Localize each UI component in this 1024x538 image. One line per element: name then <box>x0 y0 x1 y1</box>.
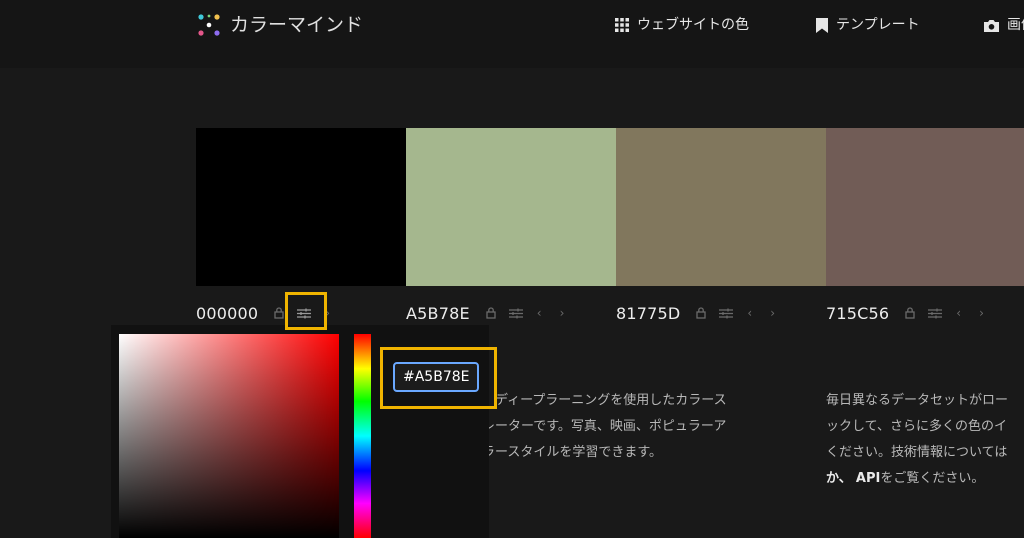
top-navbar: カラーマインド ウェブサイトの色 テンプレート 画像 <box>0 0 1024 68</box>
color-swatch-1[interactable] <box>196 128 406 286</box>
chevron-left-icon[interactable]: ‹ <box>537 306 542 320</box>
color-swatch-4[interactable] <box>826 128 1024 286</box>
lock-icon[interactable] <box>486 307 496 319</box>
hue-slider[interactable] <box>354 334 371 538</box>
bookmark-icon <box>816 17 828 33</box>
chevron-left-icon[interactable]: ‹ <box>956 306 961 320</box>
description-left: 、ディープラーニングを使用したカラース レーターです。写真、映画、ポピュラーア … <box>482 388 727 466</box>
swatch-hex-label[interactable]: 000000 <box>196 304 258 323</box>
description-line: 毎日異なるデータセットがロー <box>826 393 1009 408</box>
description-line: ください。技術情報については <box>826 445 1008 460</box>
nav-website-colors[interactable]: ウェブサイトの色 <box>615 14 749 36</box>
nav-images-label: 画像 <box>1007 17 1024 33</box>
swatch-hex-label[interactable]: A5B78E <box>406 304 470 323</box>
adjust-sliders-icon[interactable] <box>719 308 734 319</box>
swatch-hex-label[interactable]: 715C56 <box>826 304 889 323</box>
highlight-box-hex-input <box>380 347 497 409</box>
nav-templates-label: テンプレート <box>836 17 920 33</box>
swatch-controls-2: A5B78E ‹ › <box>406 300 564 326</box>
brand-name[interactable]: カラーマインド <box>230 12 363 38</box>
nav-website-colors-label: ウェブサイトの色 <box>637 17 749 33</box>
nav-images[interactable]: 画像 <box>984 14 1024 36</box>
colormind-logo-icon[interactable] <box>196 12 222 38</box>
api-link[interactable]: API <box>856 471 880 486</box>
description-right: 毎日異なるデータセットがロー ックして、さらに多くの色のイ ください。技術情報に… <box>826 388 1008 492</box>
description-line: ラースタイルを学習できます。 <box>482 445 663 460</box>
swatch-controls-4: 715C56 ‹ › <box>826 300 984 326</box>
description-line: 、ディープラーニングを使用したカラース <box>482 393 727 408</box>
swatch-controls-3: 81775D ‹ › <box>616 300 775 326</box>
grid-icon <box>615 18 629 32</box>
chevron-right-icon[interactable]: › <box>560 306 565 320</box>
color-swatch-3[interactable] <box>616 128 826 286</box>
adjust-sliders-icon[interactable] <box>508 308 523 319</box>
description-bold-prefix: か、 <box>826 471 852 486</box>
chevron-right-icon[interactable]: › <box>770 306 775 320</box>
adjust-sliders-icon[interactable] <box>928 308 943 319</box>
camera-icon <box>984 19 999 32</box>
saturation-value-field[interactable] <box>119 334 339 538</box>
highlight-box-adjust <box>285 292 327 330</box>
swatch-hex-label[interactable]: 81775D <box>616 304 680 323</box>
description-suffix: をご覧ください。 <box>880 471 985 486</box>
chevron-right-icon[interactable]: › <box>979 306 984 320</box>
description-line: か、 APIをご覧ください。 <box>826 466 1008 492</box>
description-line: レーターです。写真、映画、ポピュラーア <box>482 419 727 434</box>
lock-icon[interactable] <box>274 307 284 319</box>
description-line: ックして、さらに多くの色のイ <box>826 419 1007 434</box>
lock-icon[interactable] <box>905 307 915 319</box>
color-swatch-2[interactable] <box>406 128 616 286</box>
chevron-left-icon[interactable]: ‹ <box>747 306 752 320</box>
lock-icon[interactable] <box>696 307 707 319</box>
nav-templates[interactable]: テンプレート <box>816 14 920 36</box>
